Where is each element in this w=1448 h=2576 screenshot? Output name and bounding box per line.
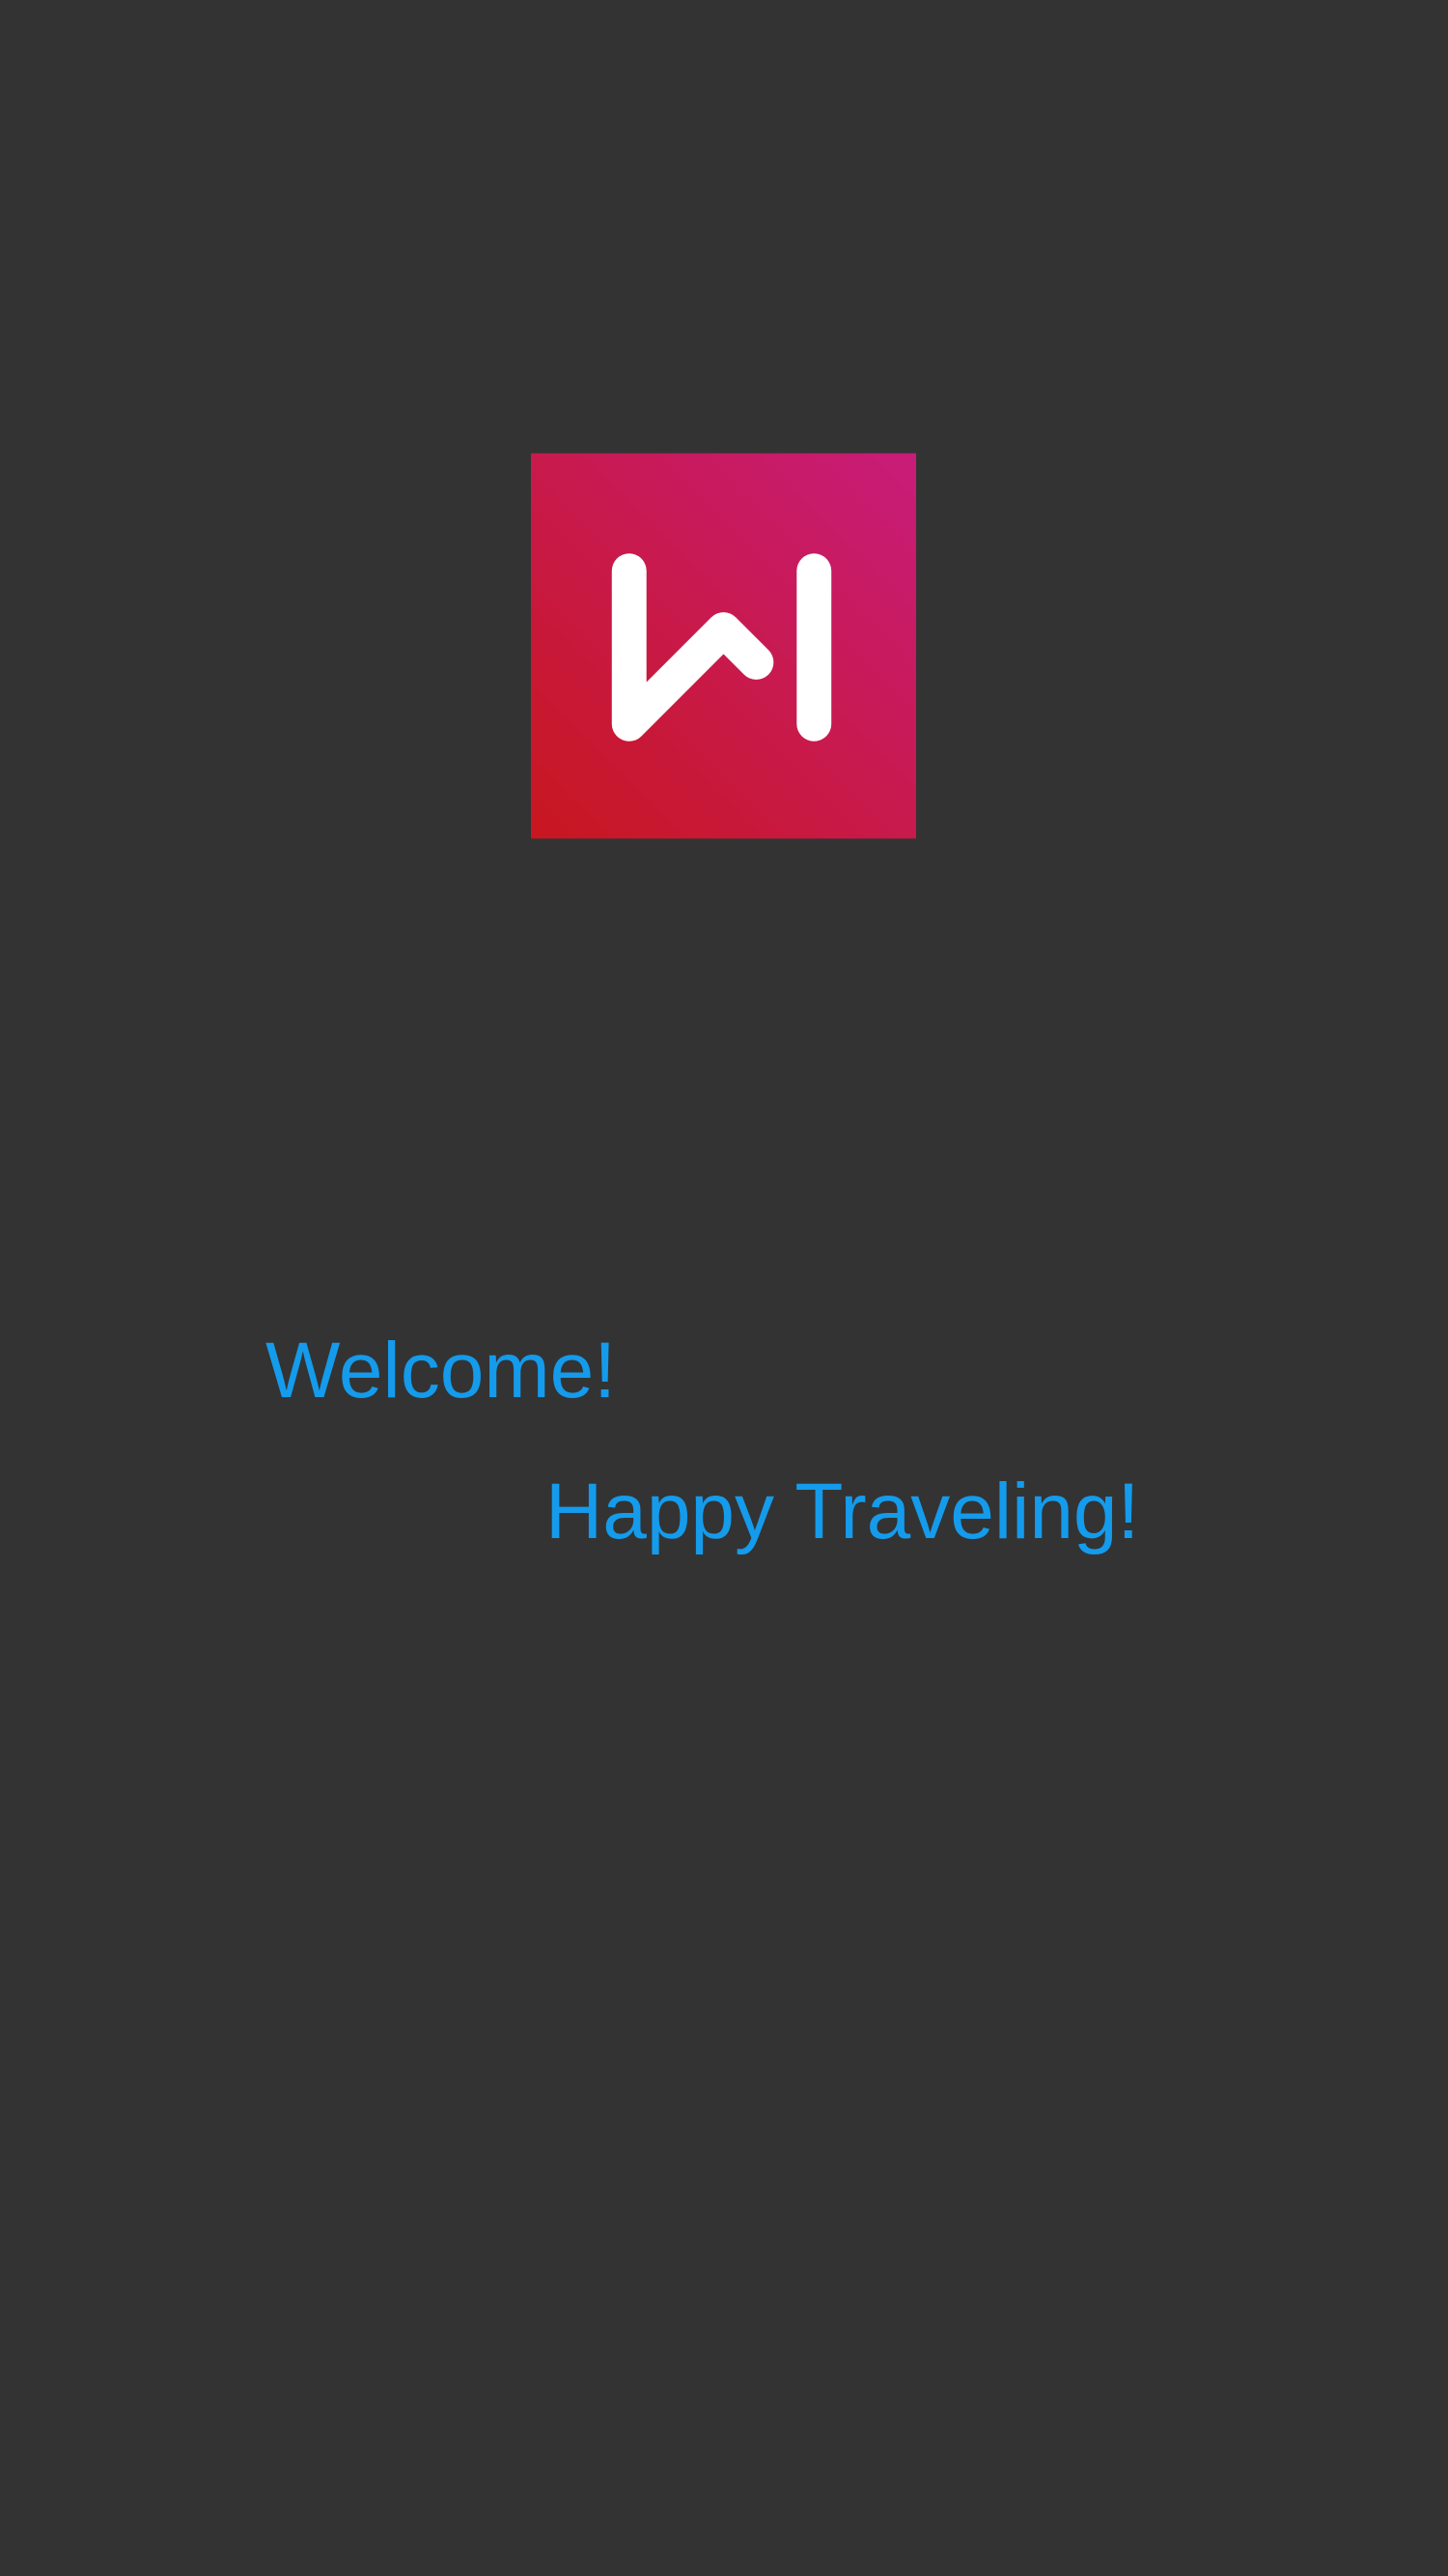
app-logo-icon bbox=[531, 453, 916, 839]
welcome-text: Welcome! bbox=[265, 1327, 617, 1414]
tagline-text: Happy Traveling! bbox=[545, 1468, 1140, 1555]
